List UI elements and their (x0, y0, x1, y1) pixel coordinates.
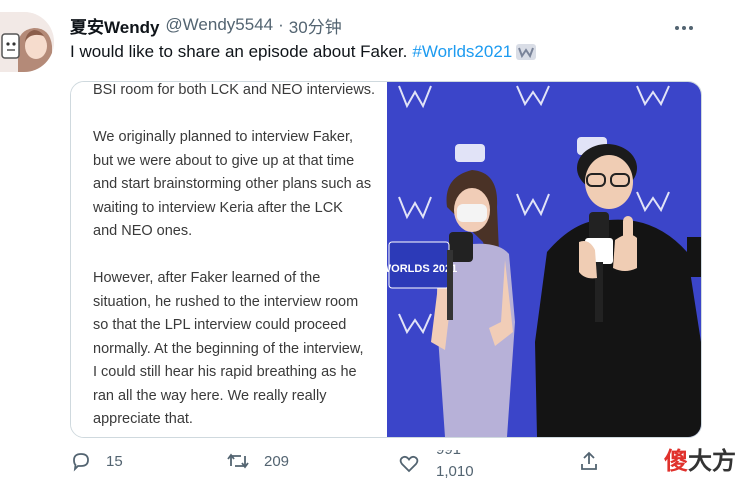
upload-arrow-icon (581, 451, 597, 470)
author-display-name[interactable]: 夏安Wendy (70, 13, 159, 38)
like-button[interactable]: 991 1,010 (398, 450, 496, 478)
tweet-text: I would like to share an episode about F… (70, 42, 537, 62)
media-text-panel: BSI room for both LCK and NEO interviews… (71, 82, 387, 437)
tweet-body: I would like to share an episode about F… (70, 42, 408, 61)
more-options-button[interactable] (674, 20, 694, 30)
retweet-count: 209 (264, 452, 290, 470)
media-photo: WORLDS 2021 (381, 82, 701, 437)
separator: · (278, 15, 284, 34)
reply-count: 15 (106, 452, 123, 470)
watermark-first-char: 傻 (664, 447, 688, 475)
text-paragraph-1: We originally planned to interview Faker… (93, 129, 372, 239)
mic-flag-label: WORLDS 2021 (387, 263, 457, 275)
ellipsis-icon (675, 26, 693, 30)
heart-icon (399, 455, 419, 473)
text-paragraph-0: BSI room for both LCK and NEO interviews… (93, 82, 376, 98)
media-card[interactable]: BSI room for both LCK and NEO interviews… (70, 81, 702, 438)
tweet-time[interactable]: 30分钟 (289, 13, 342, 38)
retweet-arrows-icon (227, 453, 249, 469)
like-count-ticker: 991 1,010 (436, 450, 496, 478)
hashtag-link[interactable]: #Worlds2021 (412, 42, 512, 62)
like-count-old: 991 (436, 450, 461, 458)
action-bar: 15 209 991 1,010 (70, 450, 670, 482)
worlds-emoji-icon (516, 44, 537, 60)
like-count: 1,010 (436, 463, 474, 478)
reply-button[interactable]: 15 (70, 450, 123, 472)
author-handle[interactable]: @Wendy5544 (165, 15, 273, 35)
tweet-header: 夏安Wendy @Wendy5544 · 30分钟 (70, 13, 342, 38)
share-button[interactable] (578, 450, 600, 472)
avatar[interactable] (0, 12, 54, 72)
watermark-rest: 大方 (688, 447, 736, 475)
speech-bubble-icon (73, 453, 89, 472)
text-paragraph-2: However, after Faker learned of the situ… (93, 270, 364, 427)
avatar-image (0, 12, 54, 72)
retweet-button[interactable]: 209 (226, 450, 289, 472)
interview-photo: WORLDS 2021 (381, 82, 701, 437)
watermark: 傻大方 (664, 441, 736, 476)
